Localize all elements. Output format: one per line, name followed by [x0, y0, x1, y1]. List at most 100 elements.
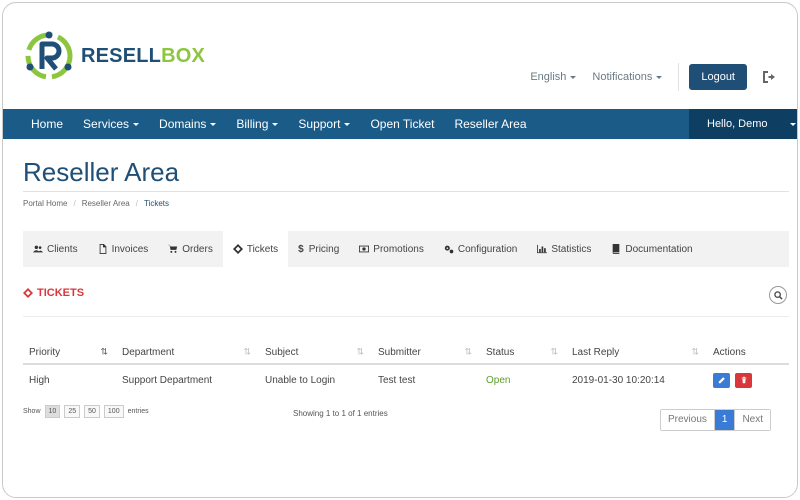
chevron-down-icon: [656, 75, 663, 79]
tab-pricing-label: Pricing: [308, 243, 340, 255]
tab-orders[interactable]: Orders: [158, 231, 223, 267]
tab-documentation[interactable]: Documentation: [601, 231, 702, 267]
book-icon: [613, 244, 620, 254]
column-header-last-reply[interactable]: Last Reply ⇅: [566, 341, 707, 363]
search-icon: [773, 290, 783, 300]
section-title-label: TICKETS: [37, 287, 85, 299]
cell-priority: High: [29, 374, 50, 386]
cart-icon: [168, 244, 178, 253]
tab-tickets-label: Tickets: [246, 243, 279, 255]
main-navbar: Home Services Domains Billing Support Op…: [3, 109, 797, 139]
signout-icon[interactable]: [761, 69, 777, 85]
tab-pricing[interactable]: $ Pricing: [288, 231, 349, 267]
resellbox-logo-icon: [25, 31, 73, 80]
users-icon: [33, 245, 43, 253]
delete-button[interactable]: [735, 372, 752, 388]
pagination-previous[interactable]: Previous: [660, 410, 714, 430]
chevron-down-icon: [789, 122, 796, 126]
column-header-label: Status: [486, 346, 515, 358]
reseller-tabs: Clients Invoices Orders Tickets $ Pricin…: [23, 231, 789, 267]
tab-configuration-label: Configuration: [457, 243, 518, 255]
nav-services-label: Services: [83, 117, 130, 131]
chevron-down-icon: [210, 123, 217, 127]
edit-button[interactable]: [713, 372, 730, 388]
pagination: Previous 1 Next: [659, 409, 771, 431]
language-label: English: [530, 71, 567, 83]
sort-icon: ⇅: [691, 346, 699, 357]
search-button[interactable]: [769, 286, 787, 304]
page-size-25[interactable]: 25: [64, 405, 81, 418]
logo-text-box: BOX: [161, 44, 206, 67]
logo[interactable]: RESELLBOX: [23, 30, 205, 82]
tab-configuration[interactable]: Configuration: [434, 231, 527, 267]
column-header-label: Subject: [265, 346, 299, 358]
page-size-50[interactable]: 50: [84, 405, 100, 418]
nav-billing[interactable]: Billing: [226, 109, 288, 139]
top-links: English Notifications Logout: [530, 63, 777, 91]
tab-clients-label: Clients: [47, 243, 78, 255]
site-header: RESELLBOX English Notifications Logout: [3, 3, 797, 109]
section-title: TICKETS: [23, 287, 84, 299]
show-label: Show: [23, 408, 41, 415]
cogs-icon: [444, 245, 454, 254]
sort-icon: ⇅: [243, 346, 251, 357]
trash-icon: [741, 376, 746, 384]
nav-reseller-area[interactable]: Reseller Area: [444, 109, 536, 139]
chevron-down-icon: [133, 123, 140, 127]
tab-promotions[interactable]: Promotions: [349, 231, 434, 267]
sort-icon: ⇅: [100, 346, 108, 357]
app-frame: RESELLBOX English Notifications Logout H…: [2, 2, 798, 498]
nav-home[interactable]: Home: [3, 109, 73, 139]
cell-last-reply: 2019-01-30 10:20:14: [572, 374, 665, 386]
tab-invoices-label: Invoices: [111, 243, 149, 255]
column-header-label: Department: [122, 346, 175, 358]
breadcrumb-portal-home[interactable]: Portal Home: [23, 199, 67, 208]
breadcrumb-tickets: Tickets: [143, 199, 170, 208]
page-size-10[interactable]: 10: [44, 405, 61, 418]
user-menu[interactable]: Hello, Demo: [689, 109, 797, 139]
tab-tickets[interactable]: Tickets: [222, 231, 289, 267]
notifications-dropdown[interactable]: Notifications: [592, 71, 663, 83]
breadcrumb-separator: /: [135, 199, 138, 208]
column-header-status[interactable]: Status ⇅: [480, 341, 566, 363]
table-header: Priority ⇅ Department ⇅ Subject ⇅ Submitter…: [23, 341, 789, 365]
breadcrumb-reseller-area[interactable]: Reseller Area: [82, 199, 130, 208]
nav-services[interactable]: Services: [73, 109, 149, 139]
nav-billing-label: Billing: [236, 117, 269, 131]
language-dropdown[interactable]: English: [530, 71, 577, 83]
nav-open-ticket[interactable]: Open Ticket: [360, 109, 444, 139]
dollar-icon: $: [298, 243, 304, 255]
bar-chart-icon: [537, 244, 548, 254]
logo-wordmark: RESELLBOX: [81, 45, 205, 68]
breadcrumb-separator: /: [73, 199, 76, 208]
tab-statistics-label: Statistics: [551, 243, 592, 255]
logout-button[interactable]: Logout: [689, 64, 747, 90]
table-row[interactable]: High Support Department Unable to Login …: [23, 365, 789, 395]
tab-clients[interactable]: Clients: [23, 231, 88, 267]
nav-support-label: Support: [298, 117, 341, 131]
chevron-down-icon: [272, 123, 279, 127]
sort-icon: ⇅: [356, 346, 364, 357]
cell-actions: [707, 365, 789, 395]
column-header-department[interactable]: Department ⇅: [116, 341, 259, 363]
tab-invoices[interactable]: Invoices: [88, 231, 159, 267]
edit-icon: [718, 377, 725, 384]
nav-domains[interactable]: Domains: [149, 109, 226, 139]
notifications-label: Notifications: [592, 71, 653, 83]
pagination-page-1[interactable]: 1: [713, 410, 735, 430]
page-title: Reseller Area: [23, 157, 180, 187]
page-size-control: Show 10 25 50 100 entries: [23, 405, 149, 418]
column-header-subject[interactable]: Subject ⇅: [259, 341, 372, 363]
page-size-100[interactable]: 100: [103, 405, 124, 418]
tab-orders-label: Orders: [182, 243, 213, 255]
user-greeting: Hello, Demo: [707, 118, 768, 130]
showing-info: Showing 1 to 1 of 1 entries: [293, 409, 388, 418]
tab-documentation-label: Documentation: [625, 243, 693, 255]
pagination-next[interactable]: Next: [734, 410, 770, 430]
column-header-priority[interactable]: Priority ⇅: [23, 341, 116, 363]
column-header-submitter[interactable]: Submitter ⇅: [372, 341, 480, 363]
nav-support[interactable]: Support: [288, 109, 360, 139]
divider: [23, 316, 789, 317]
cell-submitter: Test test: [378, 374, 416, 386]
tab-statistics[interactable]: Statistics: [527, 231, 601, 267]
